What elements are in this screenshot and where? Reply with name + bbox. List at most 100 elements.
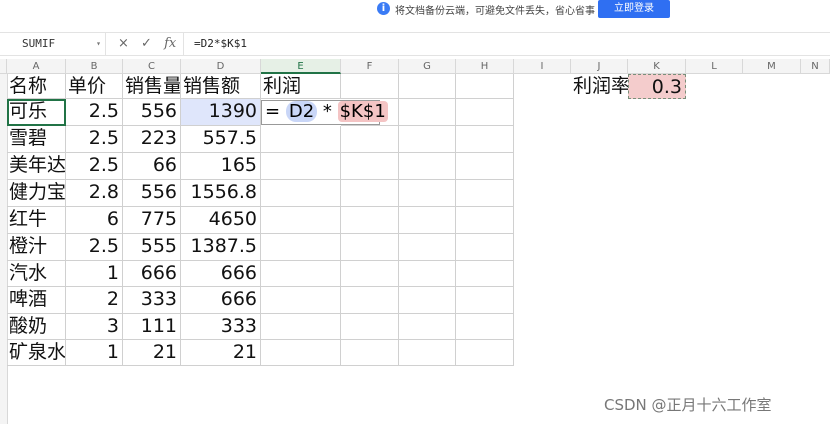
cell-d4[interactable]: 165 <box>181 153 261 180</box>
col-header-m[interactable]: M <box>743 59 801 74</box>
cell-c3[interactable]: 223 <box>123 126 181 153</box>
cell-b11[interactable]: 1 <box>66 340 123 366</box>
cell-d6[interactable]: 4650 <box>181 207 261 234</box>
cell-d10[interactable]: 333 <box>181 314 261 340</box>
cell-h5[interactable] <box>456 180 514 207</box>
cell-g9[interactable] <box>399 287 456 314</box>
cell-g4[interactable] <box>399 153 456 180</box>
cell-a1[interactable]: 名称 <box>7 74 66 99</box>
cell-e8[interactable] <box>261 261 341 287</box>
cell-b1[interactable]: 单价 <box>66 74 123 99</box>
cell-c9[interactable]: 333 <box>123 287 181 314</box>
cell-h7[interactable] <box>456 234 514 261</box>
cell-b9[interactable]: 2 <box>66 287 123 314</box>
cell-h8[interactable] <box>456 261 514 287</box>
cell-b8[interactable]: 1 <box>66 261 123 287</box>
cell-h4[interactable] <box>456 153 514 180</box>
cell-a8[interactable]: 汽水 <box>7 261 66 287</box>
cell-c10[interactable]: 111 <box>123 314 181 340</box>
cell-a6[interactable]: 红牛 <box>7 207 66 234</box>
cell-e1[interactable]: 利润 <box>261 74 341 99</box>
cell-e10[interactable] <box>261 314 341 340</box>
cell-e2-editor[interactable]: = D2 * $K$1 <box>261 100 388 125</box>
cell-b2[interactable]: 2.5 <box>66 99 123 126</box>
cell-h2[interactable] <box>456 99 514 126</box>
cell-k1[interactable]: 0.3 <box>628 74 686 99</box>
cell-c11[interactable]: 21 <box>123 340 181 366</box>
cell-j1[interactable]: 利润率 <box>571 74 628 99</box>
cell-f3[interactable] <box>341 126 399 153</box>
cell-e7[interactable] <box>261 234 341 261</box>
corner-select-all[interactable] <box>0 59 7 74</box>
col-header-e[interactable]: E <box>261 59 341 74</box>
cell-g6[interactable] <box>399 207 456 234</box>
cell-c5[interactable]: 556 <box>123 180 181 207</box>
cell-e6[interactable] <box>261 207 341 234</box>
cell-a10[interactable]: 酸奶 <box>7 314 66 340</box>
col-header-g[interactable]: G <box>399 59 456 74</box>
col-header-l[interactable]: L <box>686 59 743 74</box>
cell-f1[interactable] <box>341 74 399 99</box>
cell-a5[interactable]: 健力宝 <box>7 180 66 207</box>
cell-d1[interactable]: 销售额 <box>181 74 261 99</box>
cell-c7[interactable]: 555 <box>123 234 181 261</box>
cell-f6[interactable] <box>341 207 399 234</box>
chevron-down-icon[interactable]: ▾ <box>96 33 101 55</box>
cell-e9[interactable] <box>261 287 341 314</box>
cell-f7[interactable] <box>341 234 399 261</box>
col-header-b[interactable]: B <box>66 59 123 74</box>
cell-f5[interactable] <box>341 180 399 207</box>
cell-b6[interactable]: 6 <box>66 207 123 234</box>
cell-a9[interactable]: 啤酒 <box>7 287 66 314</box>
cell-g8[interactable] <box>399 261 456 287</box>
cell-d2[interactable]: 1390 <box>181 99 261 126</box>
confirm-icon[interactable]: ✓ <box>141 33 152 55</box>
cell-f9[interactable] <box>341 287 399 314</box>
cell-g1[interactable] <box>399 74 456 99</box>
cell-h11[interactable] <box>456 340 514 366</box>
col-header-a[interactable]: A <box>7 59 66 74</box>
col-header-n[interactable]: N <box>801 59 830 74</box>
cell-e4[interactable] <box>261 153 341 180</box>
col-header-k[interactable]: K <box>628 59 686 74</box>
cell-b7[interactable]: 2.5 <box>66 234 123 261</box>
cell-g3[interactable] <box>399 126 456 153</box>
cell-g7[interactable] <box>399 234 456 261</box>
cell-d5[interactable]: 1556.8 <box>181 180 261 207</box>
cell-b3[interactable]: 2.5 <box>66 126 123 153</box>
cell-h6[interactable] <box>456 207 514 234</box>
cell-c4[interactable]: 66 <box>123 153 181 180</box>
cell-e3[interactable] <box>261 126 341 153</box>
formula-input[interactable]: =D2*$K$1 <box>183 33 794 55</box>
cell-d7[interactable]: 1387.5 <box>181 234 261 261</box>
cell-f4[interactable] <box>341 153 399 180</box>
col-header-i[interactable]: I <box>514 59 571 74</box>
cell-h3[interactable] <box>456 126 514 153</box>
col-header-h[interactable]: H <box>456 59 514 74</box>
cell-g10[interactable] <box>399 314 456 340</box>
cell-c1[interactable]: 销售量 <box>123 74 181 99</box>
cell-c2[interactable]: 556 <box>123 99 181 126</box>
col-header-f[interactable]: F <box>341 59 399 74</box>
cell-a4[interactable]: 美年达 <box>7 153 66 180</box>
cell-d8[interactable]: 666 <box>181 261 261 287</box>
login-button[interactable]: 立即登录 <box>598 0 670 18</box>
cell-g11[interactable] <box>399 340 456 366</box>
cell-b10[interactable]: 3 <box>66 314 123 340</box>
cell-h10[interactable] <box>456 314 514 340</box>
cell-a7[interactable]: 橙汁 <box>7 234 66 261</box>
cell-g2[interactable] <box>399 99 456 126</box>
col-header-j[interactable]: J <box>571 59 628 74</box>
cell-f8[interactable] <box>341 261 399 287</box>
cell-b5[interactable]: 2.8 <box>66 180 123 207</box>
col-header-c[interactable]: C <box>123 59 181 74</box>
cell-h1[interactable] <box>456 74 514 99</box>
cell-e11[interactable] <box>261 340 341 366</box>
cell-e5[interactable] <box>261 180 341 207</box>
cell-a11[interactable]: 矿泉水 <box>7 340 66 366</box>
cell-f11[interactable] <box>341 340 399 366</box>
cancel-icon[interactable]: × <box>118 33 129 55</box>
name-box[interactable]: SUMIF ▾ <box>0 33 106 55</box>
cell-a3[interactable]: 雪碧 <box>7 126 66 153</box>
cell-d11[interactable]: 21 <box>181 340 261 366</box>
